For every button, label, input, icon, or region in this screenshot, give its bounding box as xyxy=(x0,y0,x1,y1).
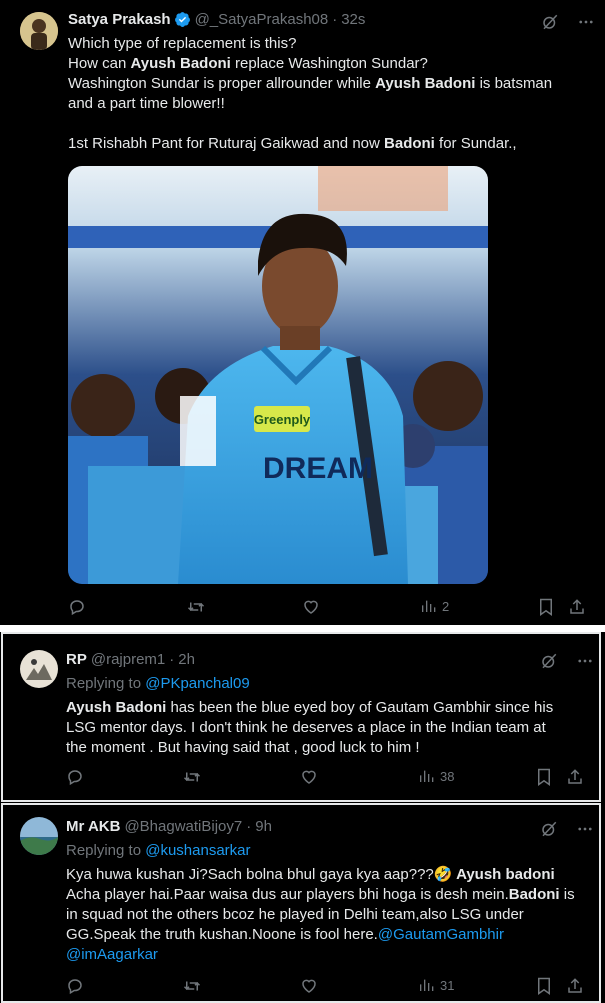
avatar-landscape-icon xyxy=(20,817,58,855)
tweet-line: and a part time blower!! xyxy=(68,95,225,112)
retweet-icon xyxy=(183,772,201,782)
tweet-time[interactable]: 32s xyxy=(341,11,365,28)
verified-badge-icon xyxy=(174,12,190,27)
replying-to-mention[interactable]: @PKpanchal09 xyxy=(145,675,249,692)
dot-separator: · xyxy=(246,818,252,835)
bookmark-icon xyxy=(540,598,552,616)
replying-to: Replying to @kushansarkar xyxy=(66,842,251,859)
retweet-icon xyxy=(187,602,205,612)
retweet-button[interactable] xyxy=(183,768,201,786)
jersey-sponsor-text: Greenply xyxy=(254,412,311,427)
author-name[interactable]: Satya Prakash xyxy=(68,11,171,28)
replying-to: Replying to @PKpanchal09 xyxy=(66,675,250,692)
tweet-line: 1st Rishabh Pant for Ruturaj Gaikwad and… xyxy=(68,135,517,152)
heart-icon xyxy=(304,600,318,614)
reply-button[interactable] xyxy=(66,977,84,995)
retweet-icon xyxy=(183,981,201,991)
grok-icon[interactable] xyxy=(540,652,558,670)
avatar-person-icon xyxy=(20,12,58,50)
views-icon xyxy=(422,600,436,612)
views-icon xyxy=(420,770,434,782)
reply-tweet[interactable]: RP @rajprem1 · 2h Replying to @PKpanchal… xyxy=(1,632,601,802)
avatar[interactable] xyxy=(20,817,58,855)
tweet-time[interactable]: 2h xyxy=(178,651,195,668)
bookmark-button[interactable] xyxy=(538,598,554,616)
reply-icon xyxy=(68,770,82,786)
tweet-actions: 38 xyxy=(66,768,586,788)
dot-separator: · xyxy=(332,11,338,28)
share-icon xyxy=(570,599,584,614)
views-count: 31 xyxy=(440,977,455,993)
more-options-icon[interactable] xyxy=(576,820,594,838)
tweet-text: Which type of replacement is this? How c… xyxy=(68,34,588,154)
tweet-line: Washington Sundar is proper allrounder w… xyxy=(68,75,553,92)
reply-text: Kya huwa kushan Ji?Sach bolna bhul gaya … xyxy=(66,866,575,963)
replying-to-mention[interactable]: @kushansarkar xyxy=(145,842,250,859)
grok-icon[interactable] xyxy=(541,13,559,31)
reply-button[interactable] xyxy=(68,598,86,616)
bookmark-icon xyxy=(538,768,550,786)
tweet-time[interactable]: 9h xyxy=(255,818,272,835)
share-button[interactable] xyxy=(566,977,584,995)
author-handle[interactable]: @BhagwatiBijoy7 xyxy=(124,818,242,835)
cricketer-photo-image: Greenply DREAM xyxy=(68,166,488,584)
author-handle[interactable]: @rajprem1 xyxy=(91,651,165,668)
views-button[interactable]: 38 xyxy=(418,768,454,784)
author-name[interactable]: RP xyxy=(66,651,87,668)
views-button[interactable]: 31 xyxy=(418,977,454,993)
tweet-line: Which type of replacement is this? xyxy=(68,35,297,52)
share-button[interactable] xyxy=(568,598,586,616)
bookmark-icon xyxy=(538,977,550,995)
reply-icon xyxy=(68,979,82,995)
reply-icon xyxy=(70,600,84,616)
jersey-text: DREAM xyxy=(263,452,373,485)
dot-separator: · xyxy=(169,651,175,668)
bookmark-button[interactable] xyxy=(536,768,552,786)
like-button[interactable] xyxy=(300,977,318,995)
views-count: 2 xyxy=(442,598,450,614)
retweet-button[interactable] xyxy=(183,977,201,995)
views-icon xyxy=(420,979,434,991)
bookmark-button[interactable] xyxy=(536,977,552,995)
tweet-photo[interactable]: Greenply DREAM xyxy=(68,166,488,584)
tweet-line: How can Ayush Badoni replace Washington … xyxy=(68,55,428,72)
more-options-icon[interactable] xyxy=(576,652,594,670)
like-button[interactable] xyxy=(302,598,320,616)
divider xyxy=(0,625,605,632)
retweet-button[interactable] xyxy=(187,598,205,616)
more-options-icon[interactable] xyxy=(577,13,595,31)
heart-icon xyxy=(302,770,316,784)
laughing-emoji-icon: 🤣 xyxy=(433,866,453,883)
reply-tweet[interactable]: Mr AKB @BhagwatiBijoy7 · 9h Replying to … xyxy=(1,803,601,1003)
reply-button[interactable] xyxy=(66,768,84,786)
share-icon xyxy=(568,769,582,784)
mention-link[interactable]: @imAagarkar xyxy=(66,946,158,963)
author-handle[interactable]: @_SatyaPrakash08 xyxy=(195,11,329,28)
share-icon xyxy=(568,978,582,993)
avatar[interactable] xyxy=(20,650,58,688)
author-name[interactable]: Mr AKB xyxy=(66,818,120,835)
tweet-actions: 31 xyxy=(66,977,586,997)
grok-icon[interactable] xyxy=(540,820,558,838)
like-button[interactable] xyxy=(300,768,318,786)
share-button[interactable] xyxy=(566,768,584,786)
avatar-sketch-icon xyxy=(20,650,58,688)
tweet-main[interactable]: Satya Prakash @_SatyaPrakash08 · 32s Whi… xyxy=(0,0,605,625)
tweet-actions: 2 xyxy=(68,598,588,618)
mention-link[interactable]: @GautamGambhir xyxy=(378,926,504,943)
reply-text: Ayush Badoni has been the blue eyed boy … xyxy=(66,699,554,756)
views-count: 38 xyxy=(440,768,455,784)
heart-icon xyxy=(302,979,316,993)
avatar[interactable] xyxy=(20,12,58,50)
views-button[interactable]: 2 xyxy=(420,598,449,614)
